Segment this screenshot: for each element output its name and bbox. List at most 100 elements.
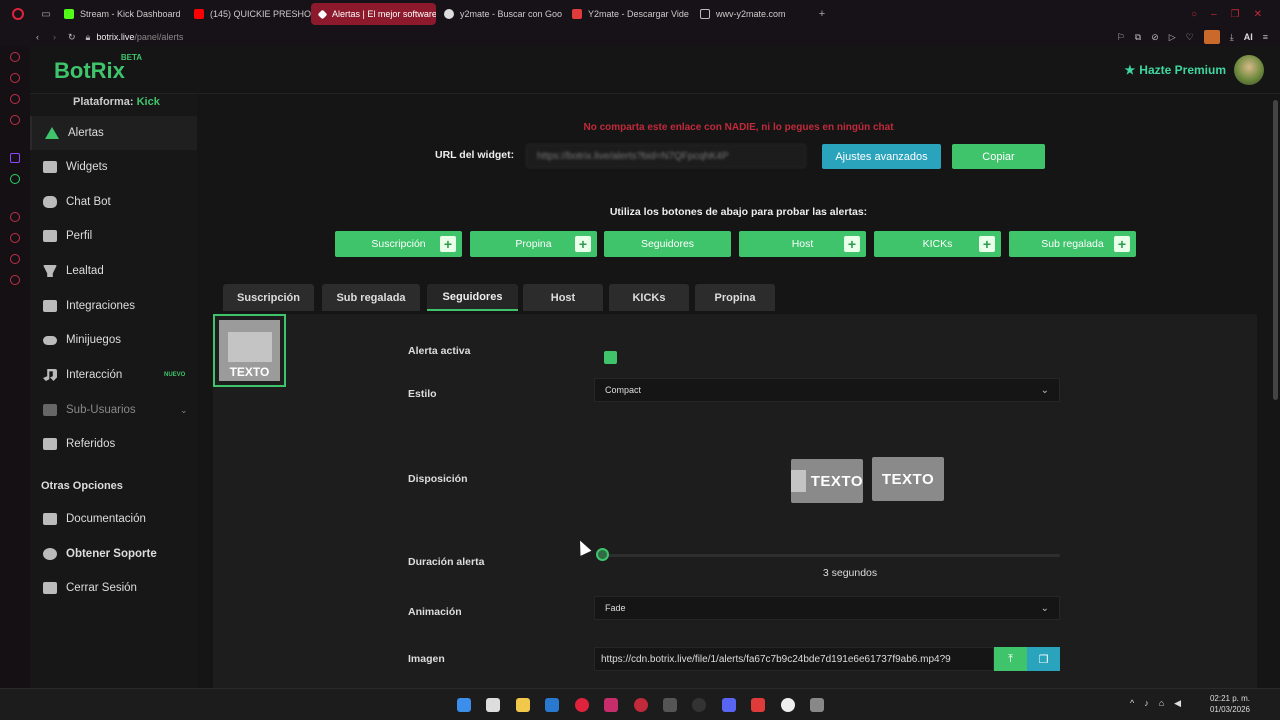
reload-icon[interactable]: ↻: [68, 32, 76, 43]
sidebar-item-referidos[interactable]: Referidos: [30, 427, 197, 461]
windows-start-icon[interactable]: [457, 698, 471, 712]
duration-slider-handle[interactable]: [596, 548, 609, 561]
new-tab-icon[interactable]: +: [812, 8, 832, 20]
tab-host[interactable]: Host: [523, 284, 603, 311]
sidebar-item-sub-usuarios[interactable]: Sub-Usuarios ⌄: [30, 393, 197, 427]
twitch-icon[interactable]: [10, 153, 20, 163]
clock-icon[interactable]: [10, 233, 20, 243]
maximize-icon[interactable]: ❐: [1231, 9, 1240, 20]
test-button-label: Suscripción: [371, 238, 426, 250]
tab-propina[interactable]: Propina: [695, 284, 775, 311]
browser-tab-wwv[interactable]: wwv-y2mate.com: [692, 3, 812, 25]
download-icon[interactable]: ⤓: [1230, 32, 1234, 43]
tab-seguidores[interactable]: Seguidores: [427, 284, 518, 311]
test-followers-button[interactable]: Seguidores: [604, 231, 731, 257]
mic-icon[interactable]: ♪: [1144, 698, 1149, 709]
history-icon[interactable]: [10, 52, 20, 62]
block-icon[interactable]: ⊘: [1151, 32, 1159, 43]
page-scrollbar[interactable]: [1273, 100, 1278, 400]
tab-suscripcion[interactable]: Suscripción: [223, 284, 314, 311]
sidebar-item-interaccion[interactable]: Interacción NUEVO: [30, 358, 197, 392]
duration-slider[interactable]: [602, 554, 1060, 557]
test-kicks-button[interactable]: KICKs +: [874, 231, 1001, 257]
sidebar-item-documentacion[interactable]: Documentación: [30, 502, 197, 536]
browser-tab-botrix[interactable]: Alertas | El mejor software: [311, 3, 436, 25]
ai-icon[interactable]: AI: [1244, 32, 1253, 42]
app2-icon[interactable]: [692, 698, 706, 712]
volume-icon[interactable]: ◀: [1174, 698, 1181, 709]
test-gift-sub-button[interactable]: Sub regalada +: [1009, 231, 1136, 257]
whatsapp-icon[interactable]: [10, 174, 20, 184]
upload-icon[interactable]: ⤒: [994, 647, 1027, 671]
search-icon[interactable]: ○: [1191, 9, 1197, 20]
tab-sub-regalada[interactable]: Sub regalada: [322, 284, 420, 311]
tray-chevron-icon[interactable]: ^: [1130, 698, 1134, 709]
layout-option-overlay[interactable]: TEXTO: [872, 457, 944, 501]
browser-tab-kick[interactable]: Stream - Kick Dashboard: [56, 3, 186, 25]
back-icon[interactable]: ‹: [36, 32, 39, 42]
news-icon[interactable]: [10, 115, 20, 125]
users-icon: [43, 404, 57, 416]
browser-tab-y2mate[interactable]: Y2mate - Descargar Vide: [564, 3, 692, 25]
sidebar-item-cerrar-sesion[interactable]: Cerrar Sesión: [30, 571, 197, 605]
browser-tab-google[interactable]: y2mate - Buscar con Goo: [436, 3, 564, 25]
discord-icon[interactable]: [722, 698, 736, 712]
app4-icon[interactable]: [810, 698, 824, 712]
network-icon[interactable]: ⌂: [1159, 698, 1164, 709]
sidebar-item-widgets[interactable]: Widgets: [30, 150, 197, 184]
copy-button[interactable]: Copiar: [952, 144, 1045, 169]
widget-url-field[interactable]: https://botrix.live/alerts?bid=N7QFpcqhK…: [526, 144, 806, 168]
messenger-icon[interactable]: [10, 94, 20, 104]
style-select[interactable]: Compact ⌄: [594, 378, 1060, 402]
pin-icon[interactable]: [10, 254, 20, 264]
wallet-icon[interactable]: [10, 73, 20, 83]
minimize-icon[interactable]: –: [1211, 9, 1217, 20]
test-subscription-button[interactable]: Suscripción +: [335, 231, 462, 257]
tab-kicks[interactable]: KICKs: [609, 284, 689, 311]
opera-logo-icon[interactable]: [0, 8, 36, 20]
player-taskbar-icon[interactable]: [781, 698, 795, 712]
extension-icon[interactable]: [1203, 30, 1220, 44]
menu-icon[interactable]: ≡: [1263, 32, 1268, 42]
avatar[interactable]: [1234, 55, 1264, 85]
heart-icon[interactable]: ♡: [1186, 32, 1194, 43]
sidebar-item-soporte[interactable]: Obtener Soporte: [30, 537, 197, 571]
store-icon[interactable]: [545, 698, 559, 712]
app-icon[interactable]: [604, 698, 618, 712]
tab-list-icon[interactable]: ▭: [36, 9, 56, 20]
obs-icon[interactable]: [663, 698, 677, 712]
sidebar-item-lealtad[interactable]: Lealtad: [30, 254, 197, 288]
clock[interactable]: 02:21 p. m. 01/03/2026: [1210, 693, 1250, 715]
browser-tab-youtube[interactable]: (145) QUICKIE PRESHOW: [186, 3, 311, 25]
app3-icon[interactable]: [751, 698, 765, 712]
botrix-logo[interactable]: BotRixBETA: [54, 53, 142, 84]
recorder-icon[interactable]: [634, 698, 648, 712]
taskview-icon[interactable]: [486, 698, 500, 712]
player-icon[interactable]: [10, 212, 20, 222]
gallery-icon[interactable]: ❐: [1027, 647, 1060, 671]
test-tip-button[interactable]: Propina +: [470, 231, 597, 257]
snapshot-icon[interactable]: ⧉: [1135, 32, 1141, 43]
sidebar-item-perfil[interactable]: Perfil: [30, 219, 197, 253]
forward-icon[interactable]: ›: [53, 32, 56, 42]
sidebar-item-integraciones[interactable]: Integraciones: [30, 289, 197, 323]
layout-option-side[interactable]: TEXTO: [791, 459, 863, 503]
animation-select[interactable]: Fade ⌄: [594, 596, 1060, 620]
bookmark-icon[interactable]: ⚐: [1117, 32, 1125, 43]
settings-icon[interactable]: [10, 275, 20, 285]
close-icon[interactable]: ✕: [1254, 9, 1262, 20]
image-url-field[interactable]: https://cdn.botrix.live/file/1/alerts/fa…: [594, 647, 994, 671]
premium-link[interactable]: ★ Hazte Premium: [1125, 63, 1226, 77]
sidebar-item-minijuegos[interactable]: Minijuegos: [30, 323, 197, 357]
advanced-settings-button[interactable]: Ajustes avanzados: [822, 144, 941, 169]
url-field[interactable]: botrix.live/panel/alerts: [96, 32, 183, 42]
alert-active-checkbox[interactable]: [604, 351, 617, 364]
explorer-icon[interactable]: [516, 698, 530, 712]
sidebar-item-label: Interacción: [66, 369, 123, 381]
sidebar-item-alertas[interactable]: Alertas: [30, 116, 197, 150]
play-icon[interactable]: ▷: [1169, 32, 1176, 43]
opera-taskbar-icon[interactable]: [575, 698, 589, 712]
test-host-button[interactable]: Host +: [739, 231, 866, 257]
sidebar-item-chat-bot[interactable]: Chat Bot: [30, 185, 197, 219]
layout-option-stacked[interactable]: TEXTO: [213, 314, 286, 387]
